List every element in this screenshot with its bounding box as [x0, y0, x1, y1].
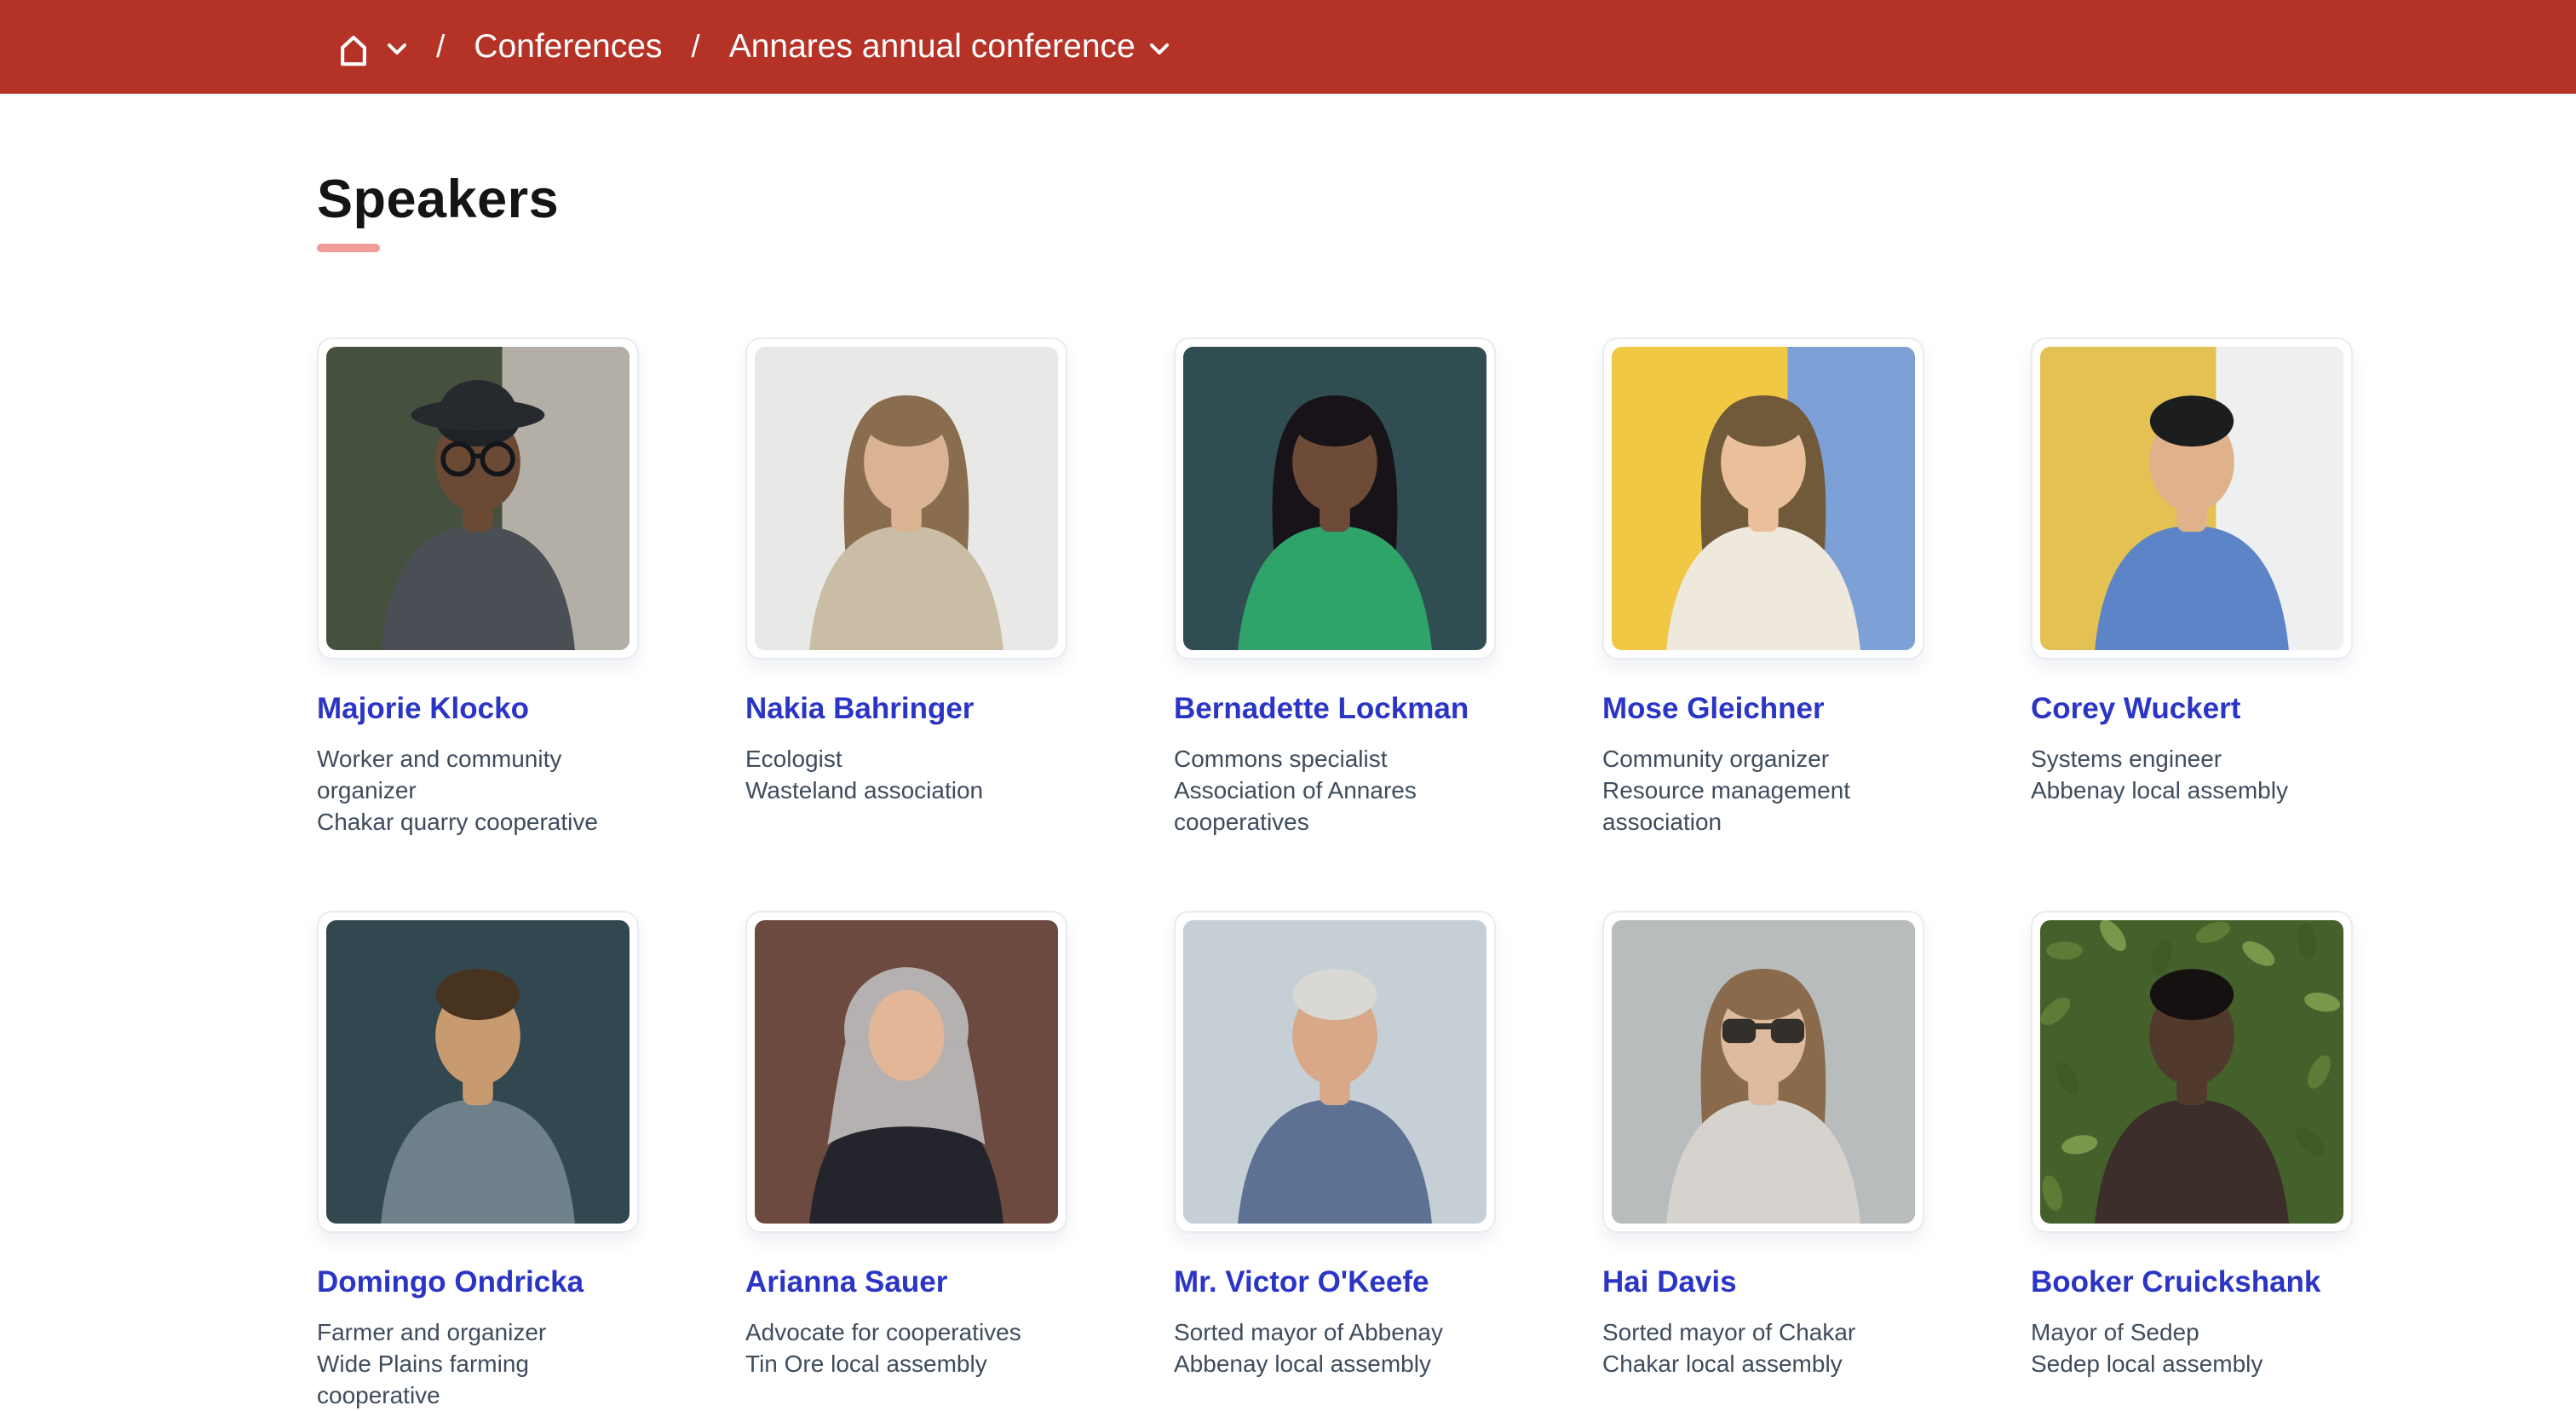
speaker-organization: Chakar quarry cooperative [317, 806, 639, 838]
speaker-organization: Tin Ore local assembly [745, 1348, 1067, 1379]
chevron-down-icon [387, 43, 407, 55]
speaker-photo-link[interactable] [2031, 911, 2353, 1233]
speaker-role: Worker and community organizer [317, 743, 639, 806]
breadcrumb-separator: / [428, 29, 453, 65]
speaker-card: Mose Gleichner Community organizer Resou… [1602, 337, 1924, 838]
speaker-card: Mr. Victor O'Keefe Sorted mayor of Abben… [1174, 911, 1496, 1411]
speaker-photo-link[interactable] [317, 337, 639, 659]
speaker-card: Domingo Ondricka Farmer and organizer Wi… [317, 911, 639, 1411]
speaker-portrait [755, 347, 1058, 650]
speaker-organization: Chakar local assembly [1602, 1348, 1924, 1379]
speaker-card: Nakia Bahringer Ecologist Wasteland asso… [745, 337, 1067, 838]
speaker-description: Sorted mayor of Chakar Chakar local asse… [1602, 1316, 1924, 1379]
speaker-photo-link[interactable] [1174, 337, 1496, 659]
breadcrumb-item-current-dropdown[interactable]: Annares annual conference [729, 28, 1170, 66]
speaker-name-link[interactable]: Mr. Victor O'Keefe [1174, 1264, 1496, 1301]
breadcrumb-item-conferences[interactable]: Conferences [474, 28, 662, 66]
speaker-name-link[interactable]: Mose Gleichner [1602, 690, 1924, 728]
speaker-description: Worker and community organizer Chakar qu… [317, 743, 639, 838]
speaker-role: Community organizer [1602, 743, 1924, 775]
speaker-organization: Wasteland association [745, 775, 1067, 806]
main-content: Speakers Majorie Klocko Worker and commu… [0, 94, 2576, 1411]
speaker-description: Farmer and organizer Wide Plains farming… [317, 1316, 639, 1411]
speaker-organization: Resource management association [1602, 775, 1924, 838]
speaker-organization: Sedep local assembly [2031, 1348, 2353, 1379]
speaker-role: Advocate for cooperatives [745, 1316, 1067, 1348]
speaker-role: Mayor of Sedep [2031, 1316, 2353, 1348]
speaker-name-link[interactable]: Bernadette Lockman [1174, 690, 1496, 728]
speaker-card: Hai Davis Sorted mayor of Chakar Chakar … [1602, 911, 1924, 1411]
speaker-name-link[interactable]: Domingo Ondricka [317, 1264, 639, 1301]
speaker-role: Farmer and organizer [317, 1316, 639, 1348]
chevron-down-icon [1149, 43, 1170, 55]
speaker-photo-link[interactable] [745, 911, 1067, 1233]
speaker-card: Bernadette Lockman Commons specialist As… [1174, 337, 1496, 838]
speaker-portrait [1183, 347, 1486, 650]
speaker-card: Corey Wuckert Systems engineer Abbenay l… [2031, 337, 2353, 838]
home-icon [334, 27, 373, 66]
speaker-description: Mayor of Sedep Sedep local assembly [2031, 1316, 2353, 1379]
breadcrumb: / Conferences / Annares annual conferenc… [334, 27, 1170, 66]
speaker-organization: Wide Plains farming cooperative [317, 1348, 639, 1411]
speaker-portrait [2040, 920, 2343, 1224]
speaker-description: Commons specialist Association of Annare… [1174, 743, 1496, 838]
breadcrumb-separator: / [682, 29, 708, 65]
speaker-portrait [1612, 920, 1915, 1224]
speaker-organization: Abbenay local assembly [2031, 775, 2353, 806]
speaker-name-link[interactable]: Hai Davis [1602, 1264, 1924, 1301]
breadcrumb-current-label: Annares annual conference [729, 28, 1136, 66]
speaker-portrait [2040, 347, 2343, 650]
speaker-description: Sorted mayor of Abbenay Abbenay local as… [1174, 1316, 1496, 1379]
speaker-photo-link[interactable] [317, 911, 639, 1233]
speaker-photo-link[interactable] [1602, 911, 1924, 1233]
speaker-description: Ecologist Wasteland association [745, 743, 1067, 806]
speaker-card: Majorie Klocko Worker and community orga… [317, 337, 639, 838]
speaker-card: Arianna Sauer Advocate for cooperatives … [745, 911, 1067, 1411]
speaker-name-link[interactable]: Majorie Klocko [317, 690, 639, 728]
speaker-portrait [1612, 347, 1915, 650]
speaker-role: Commons specialist [1174, 743, 1496, 775]
speaker-photo-link[interactable] [745, 337, 1067, 659]
speaker-name-link[interactable]: Booker Cruickshank [2031, 1264, 2353, 1301]
speaker-role: Ecologist [745, 743, 1067, 775]
speaker-portrait [1183, 920, 1486, 1224]
page-title: Speakers [317, 169, 2576, 230]
speaker-portrait [326, 347, 630, 650]
speaker-card: Booker Cruickshank Mayor of Sedep Sedep … [2031, 911, 2353, 1411]
breadcrumb-bar: / Conferences / Annares annual conferenc… [0, 0, 2576, 94]
speaker-name-link[interactable]: Arianna Sauer [745, 1264, 1067, 1301]
speaker-description: Systems engineer Abbenay local assembly [2031, 743, 2353, 806]
speaker-photo-link[interactable] [2031, 337, 2353, 659]
title-underline [317, 244, 380, 252]
speakers-grid: Majorie Klocko Worker and community orga… [317, 337, 2353, 1411]
speaker-description: Community organizer Resource management … [1602, 743, 1924, 838]
speaker-name-link[interactable]: Corey Wuckert [2031, 690, 2353, 728]
speaker-organization: Abbenay local assembly [1174, 1348, 1496, 1379]
speaker-role: Sorted mayor of Chakar [1602, 1316, 1924, 1348]
speaker-role: Sorted mayor of Abbenay [1174, 1316, 1496, 1348]
speaker-photo-link[interactable] [1602, 337, 1924, 659]
home-menu-toggle[interactable] [334, 27, 407, 66]
speaker-photo-link[interactable] [1174, 911, 1496, 1233]
speaker-name-link[interactable]: Nakia Bahringer [745, 690, 1067, 728]
speaker-portrait [326, 920, 630, 1224]
speaker-role: Systems engineer [2031, 743, 2353, 775]
breadcrumb-item-label: Conferences [474, 28, 662, 66]
speaker-portrait [755, 920, 1058, 1224]
speaker-organization: Association of Annares cooperatives [1174, 775, 1496, 838]
speaker-description: Advocate for cooperatives Tin Ore local … [745, 1316, 1067, 1379]
